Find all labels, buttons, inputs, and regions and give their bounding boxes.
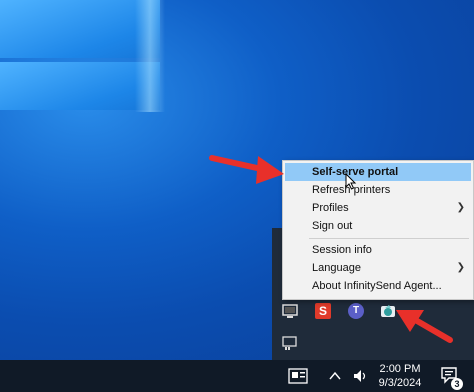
mouse-cursor-icon	[345, 173, 357, 190]
chevron-right-icon: ❯	[456, 202, 465, 213]
menu-item-label: Sign out	[312, 220, 353, 232]
monitor-icon	[282, 304, 298, 318]
menu-item-self-serve-portal[interactable]: Self-serve portal	[285, 163, 471, 181]
menu-item-label: Language	[312, 262, 361, 274]
system-clock[interactable]: 2:00 PM 9/3/2024	[372, 362, 428, 390]
menu-item-refresh-printers[interactable]: Refresh printers	[285, 181, 471, 199]
network-tray-icon[interactable]	[282, 335, 298, 351]
chevron-up-icon[interactable]	[328, 370, 342, 382]
clock-time: 2:00 PM	[379, 363, 421, 375]
menu-item-sign-out[interactable]: Sign out	[285, 217, 471, 235]
volume-icon[interactable]	[352, 368, 368, 384]
teams-icon: T	[352, 305, 360, 316]
windows-logo-glow	[135, 0, 165, 112]
menu-item-profiles[interactable]: Profiles ❯	[285, 199, 471, 217]
clock-date: 9/3/2024	[378, 377, 422, 389]
menu-item-session-info[interactable]: Session info	[285, 241, 471, 259]
menu-item-label: About InfinitySend Agent...	[312, 280, 442, 292]
news-widget-icon[interactable]	[288, 368, 308, 384]
infinitysend-context-menu: Self-serve portal Refresh printers Profi…	[282, 160, 474, 300]
monitor-tray-icon[interactable]	[282, 303, 298, 319]
notification-count-badge: 3	[451, 378, 463, 390]
s-app-tray-icon[interactable]: S	[315, 303, 331, 319]
red-arrow-to-menu-icon	[209, 155, 284, 184]
menu-item-label: Profiles	[312, 202, 349, 214]
menu-separator	[309, 238, 469, 239]
network-icon	[282, 336, 297, 350]
menu-item-label: Session info	[312, 244, 372, 256]
teams-tray-icon[interactable]: T	[348, 303, 364, 319]
s-app-icon: S	[318, 304, 327, 318]
red-arrow-to-tray-icon	[396, 310, 453, 343]
chevron-right-icon: ❯	[456, 262, 465, 273]
menu-item-about[interactable]: About InfinitySend Agent...	[285, 277, 471, 295]
menu-item-language[interactable]: Language ❯	[285, 259, 471, 277]
